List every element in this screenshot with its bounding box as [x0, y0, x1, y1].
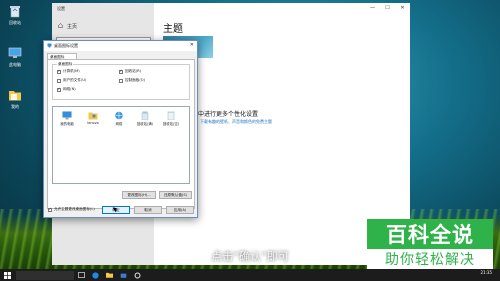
cancel-button[interactable]: 取消 — [134, 206, 162, 214]
icon-label: 我的电脑 — [60, 122, 74, 126]
checkbox-box: ✓ — [57, 87, 61, 92]
icon-item-recycle-bin-empty[interactable]: 回收站(空) — [159, 111, 183, 126]
checkbox-box: ✓ — [48, 207, 52, 212]
icon-label: 回收站(空) — [162, 122, 180, 126]
icon-label: 回收站(满) — [136, 122, 154, 126]
checkbox-label: 用户的文件(U) — [63, 78, 87, 82]
checkbox-recycle-bin[interactable]: ✓ 回收站(R) — [119, 69, 141, 74]
apply-button[interactable]: 应用(A) — [166, 206, 194, 214]
network-icon — [114, 111, 124, 120]
settings-home-link[interactable]: 主页 — [58, 23, 77, 30]
icon-item-lenovo[interactable]: lenovo — [81, 111, 105, 125]
personalize-heading: 中进行更多个性化设置 — [198, 111, 259, 118]
maximize-button[interactable]: ☐ — [380, 3, 395, 12]
icon-item-network[interactable]: 网络 — [107, 111, 131, 126]
page-title: 主题 — [163, 24, 183, 35]
icon-item-my-computer[interactable]: 我的电脑 — [55, 111, 79, 126]
folder-icon — [8, 88, 22, 102]
file-explorer-icon[interactable] — [104, 271, 114, 279]
desktop-icons-group: 桌面图标 ✓ 计算机(M) ✓ 回收站(R) 用户的文件(U) 控制面板(O) — [52, 62, 190, 100]
desktop-icon-computer[interactable]: 此电脑 — [2, 46, 28, 68]
taskbar-clock[interactable]: 21:35 — [480, 270, 492, 275]
change-icon-button[interactable]: 更改图标(H)... — [122, 191, 156, 199]
settings-titlebar: 设置 — [52, 3, 410, 13]
watermark-top-text: 百科全说 — [367, 219, 493, 249]
edge-icon[interactable] — [90, 271, 100, 279]
checkbox-box: ✓ — [119, 69, 123, 74]
home-icon — [58, 23, 63, 30]
icon-list: 我的电脑 lenovo 网络 回收站(满) 回收站(空) — [52, 106, 190, 184]
dialog-titlebar: 桌面图标设置 ✕ — [44, 41, 197, 51]
checkbox-network[interactable]: ✓ 网络(N) — [57, 87, 76, 92]
checkbox-label: 回收站(R) — [125, 69, 142, 73]
checkbox-label: 允许主题更改桌面图标(L) — [54, 207, 95, 211]
personalize-link[interactable]: 下载有趣的壁纸、声音和颜色的免费主题 — [200, 119, 272, 125]
checkbox-computer[interactable]: ✓ 计算机(M) — [57, 69, 80, 74]
taskbar-search-input[interactable] — [16, 270, 74, 280]
dialog-panel: 桌面图标 ✓ 计算机(M) ✓ 回收站(R) 用户的文件(U) 控制面板(O) — [47, 59, 195, 209]
settings-app-icon — [47, 43, 52, 49]
checkbox-box — [119, 78, 123, 83]
home-label: 主页 — [67, 24, 78, 30]
desktop-icon-recycle-bin[interactable]: 回收站 — [2, 4, 28, 26]
desktop-icon-label: 我的 — [11, 104, 19, 109]
desktop-icon-label: 此电脑 — [9, 62, 21, 67]
checkbox-label: 控制面板(O) — [125, 78, 146, 82]
icon-label: lenovo — [87, 121, 99, 125]
computer-icon — [62, 111, 72, 120]
start-button[interactable] — [2, 271, 12, 279]
icon-item-recycle-bin-full[interactable]: 回收站(满) — [133, 111, 157, 126]
recycle-bin-empty-icon — [166, 111, 176, 121]
checkbox-user-files[interactable]: 用户的文件(U) — [57, 78, 86, 83]
checkbox-label: 计算机(M) — [63, 69, 80, 73]
minimize-button[interactable]: — — [365, 3, 380, 12]
desktop-icon-folder[interactable]: 我的 — [2, 88, 28, 110]
window-controls: — ☐ ✕ — [365, 3, 410, 12]
user-folder-icon — [88, 111, 98, 120]
icon-label: 网络 — [115, 122, 123, 126]
checkbox-allow-theme[interactable]: ✓ 允许主题更改桌面图标(L) — [48, 207, 95, 212]
computer-icon — [8, 46, 22, 60]
store-icon[interactable] — [118, 271, 128, 279]
checkbox-control-panel[interactable]: 控制面板(O) — [119, 78, 145, 83]
checkbox-label: 网络(N) — [63, 87, 76, 91]
group-label: 桌面图标 — [57, 62, 74, 67]
restore-default-button[interactable]: 还原默认值(S) — [159, 191, 192, 199]
clock-time: 21:35 — [480, 270, 492, 275]
dialog-close-button[interactable]: ✕ — [190, 42, 194, 48]
dialog-title: 桌面图标设置 — [54, 43, 78, 48]
checkbox-box: ✓ — [57, 69, 61, 74]
close-button[interactable]: ✕ — [395, 3, 410, 12]
task-view-icon[interactable] — [76, 271, 86, 279]
subtitle-caption: 点击“确认”即可 — [211, 250, 289, 263]
desktop-icon-label: 回收站 — [9, 20, 21, 25]
desktop: 回收站 此电脑 我的 设置 — ☐ ✕ 主页 主题 中进行更多个性化设置 下载有… — [0, 0, 500, 281]
recycle-bin-icon — [8, 4, 22, 18]
recycle-bin-full-icon — [140, 111, 150, 121]
taskbar: 21:35 — [0, 269, 500, 281]
desktop-icon-settings-dialog: 桌面图标设置 ✕ 桌面图标 桌面图标 ✓ 计算机(M) ✓ 回收站(R) 用户的… — [43, 40, 198, 218]
settings-taskbar-icon[interactable] — [132, 271, 142, 279]
checkbox-box — [57, 78, 61, 83]
settings-window-title: 设置 — [57, 6, 65, 11]
